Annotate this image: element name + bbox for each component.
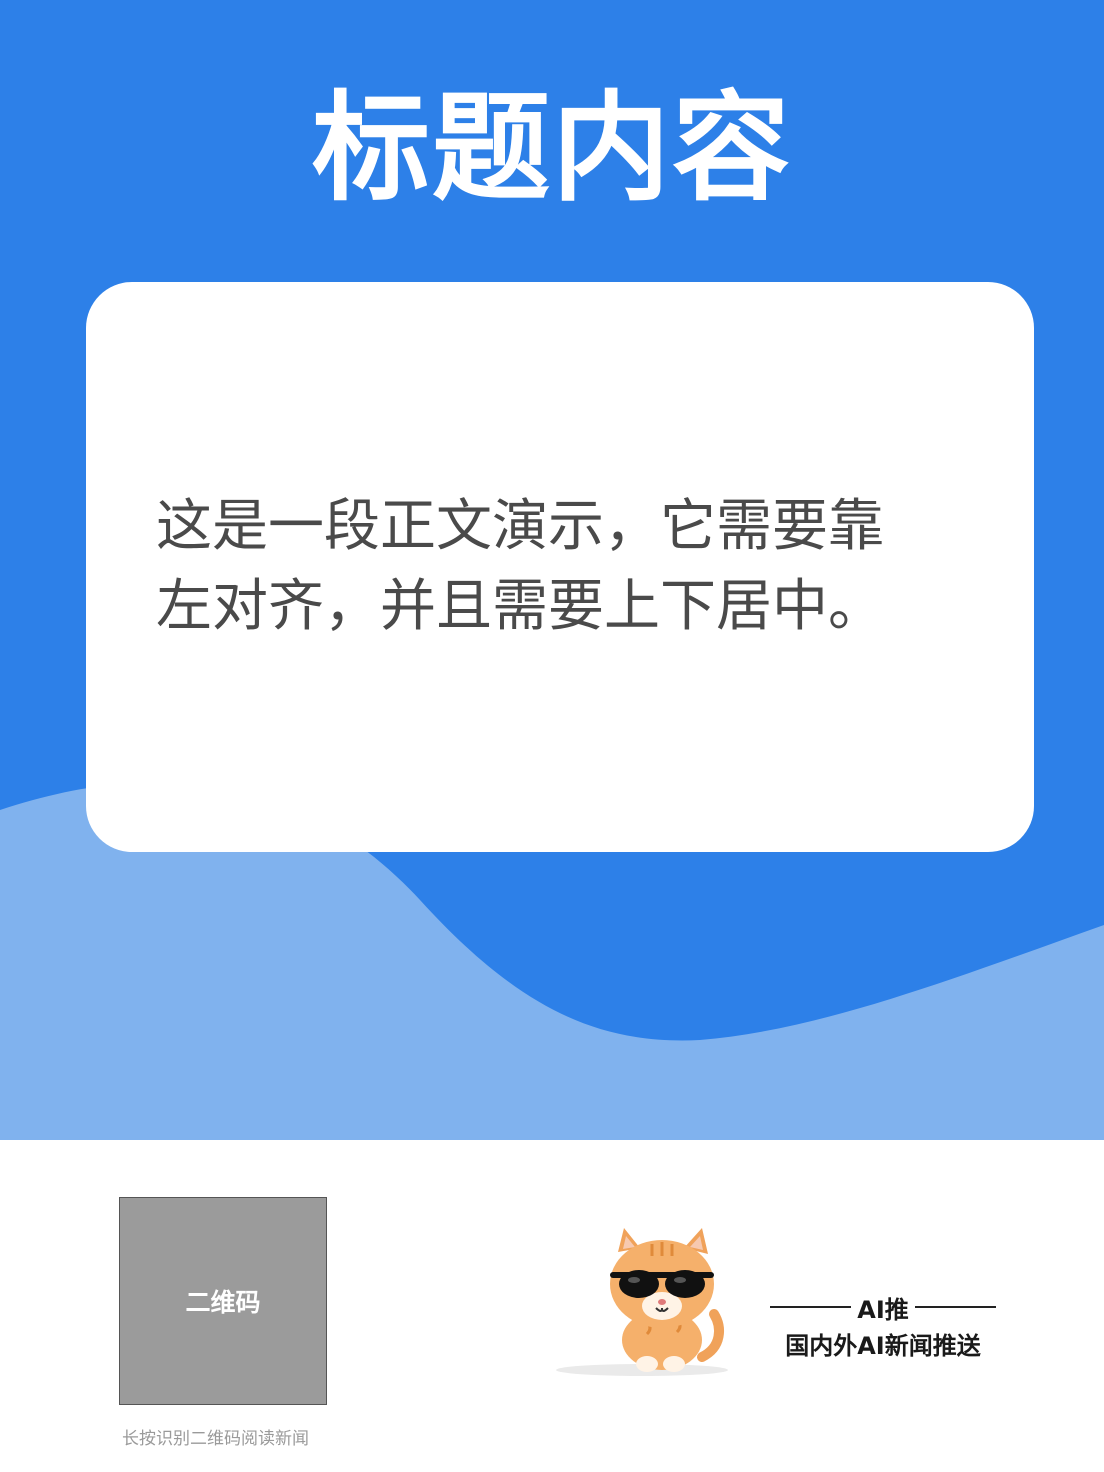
header-banner: 标题内容 这是一段正文演示，它需要靠左对齐，并且需要上下居中。: [0, 0, 1104, 1140]
divider-right: [914, 1306, 997, 1308]
qr-hint-text: 长按识别二维码阅读新闻: [122, 1429, 309, 1449]
divider-left: [770, 1306, 852, 1308]
qr-code-label: 二维码: [185, 1288, 261, 1317]
content-card: 这是一段正文演示，它需要靠左对齐，并且需要上下居中。: [86, 282, 1034, 852]
brand-name: AI推: [857, 1295, 909, 1324]
qr-code[interactable]: 二维码: [119, 1197, 327, 1405]
cat-with-sunglasses-icon: [556, 1228, 728, 1376]
footer: 二维码 长按识别二维码阅读新闻 AI推 国内外AI新闻推送: [0, 1140, 1104, 1472]
brand-slogan: 国内外AI新闻推送: [785, 1332, 981, 1360]
brand-name-row: AI推: [770, 1290, 997, 1324]
page-title: 标题内容: [311, 79, 792, 217]
body-text: 这是一段正文演示，它需要靠左对齐，并且需要上下居中。: [156, 494, 884, 639]
brand-block: AI推 国内外AI新闻推送: [770, 1290, 997, 1361]
